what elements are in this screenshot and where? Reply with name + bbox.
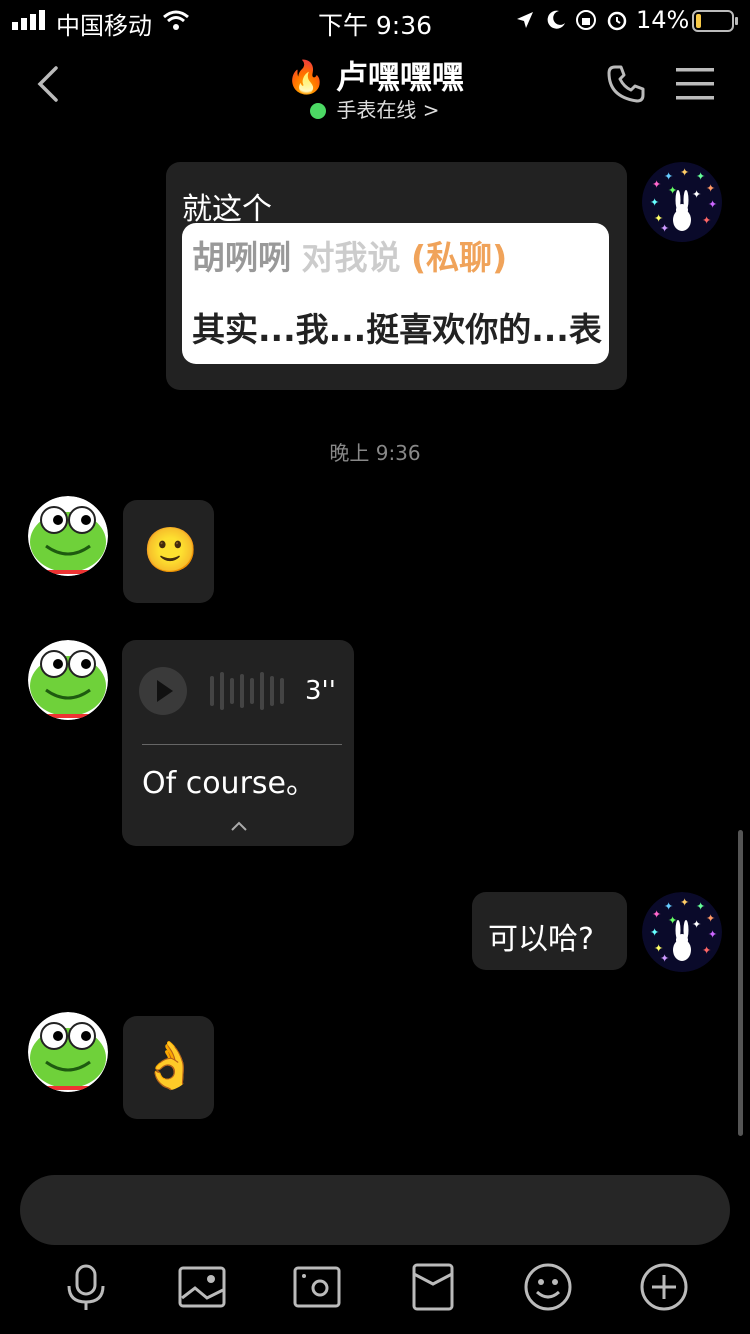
message-bubble-incoming[interactable]: 🙂 bbox=[123, 500, 214, 603]
emoji-icon[interactable] bbox=[523, 1262, 573, 1312]
message-input[interactable] bbox=[20, 1175, 730, 1245]
message-text: 可以哈? bbox=[488, 922, 594, 957]
scrollbar[interactable] bbox=[738, 830, 743, 1136]
voice-message-bubble[interactable]: 3'' Of course。 bbox=[122, 640, 354, 846]
waveform-icon bbox=[210, 672, 284, 710]
message-text: 就这个 bbox=[182, 192, 272, 227]
avatar[interactable]: ✦ ✦ ✦ ✦ ✦ ✦ ✦ ✦ ✦ ✦ ✦ ✦ bbox=[642, 162, 722, 242]
svg-text:✦: ✦ bbox=[660, 952, 669, 965]
svg-text:✦: ✦ bbox=[660, 222, 669, 235]
camera-icon[interactable] bbox=[292, 1262, 342, 1312]
quoted-tag: (私聊) bbox=[411, 238, 508, 277]
quoted-sender: 胡咧咧 bbox=[192, 238, 291, 277]
svg-text:✦: ✦ bbox=[650, 196, 659, 209]
phone-icon[interactable] bbox=[606, 64, 646, 104]
svg-text:✦: ✦ bbox=[708, 928, 717, 941]
chevron-up-icon[interactable] bbox=[230, 820, 248, 832]
svg-text:✦: ✦ bbox=[692, 188, 701, 201]
divider bbox=[142, 744, 342, 745]
location-arrow-icon bbox=[517, 12, 533, 28]
svg-text:✦: ✦ bbox=[692, 918, 701, 931]
svg-text:✦: ✦ bbox=[696, 170, 705, 183]
svg-text:✦: ✦ bbox=[702, 944, 711, 957]
message-timestamp: 晚上 9:36 bbox=[329, 441, 421, 465]
frog-avatar-icon bbox=[28, 1012, 108, 1092]
microphone-icon[interactable] bbox=[61, 1262, 111, 1312]
smile-emoji-icon: 🙂 bbox=[143, 525, 198, 576]
svg-text:✦: ✦ bbox=[706, 182, 715, 195]
status-bar: 中国移动 下午 9:36 14% bbox=[0, 0, 750, 40]
moon-icon bbox=[547, 10, 565, 29]
svg-text:✦: ✦ bbox=[696, 900, 705, 913]
svg-text:✦: ✦ bbox=[664, 170, 673, 183]
svg-text:✦: ✦ bbox=[680, 896, 689, 909]
frog-avatar-icon bbox=[28, 496, 108, 576]
message-bubble-outgoing[interactable]: 可以哈? bbox=[472, 892, 627, 970]
ok-hand-emoji-icon: 👌 bbox=[141, 1038, 199, 1092]
svg-text:✦: ✦ bbox=[652, 178, 661, 191]
avatar[interactable]: ✦ ✦ ✦ ✦ ✦ ✦ ✦ ✦ ✦ ✦ ✦ ✦ bbox=[642, 892, 722, 972]
svg-text:✦: ✦ bbox=[706, 912, 715, 925]
svg-text:✦: ✦ bbox=[652, 908, 661, 921]
svg-text:✦: ✦ bbox=[708, 198, 717, 211]
message-bubble-outgoing[interactable]: 就这个 胡咧咧 对我说 (私聊) 其实...我...挺喜欢你的...表 bbox=[166, 162, 627, 390]
svg-text:✦: ✦ bbox=[680, 166, 689, 179]
menu-icon[interactable] bbox=[676, 68, 714, 100]
svg-text:✦: ✦ bbox=[702, 214, 711, 227]
online-dot-icon bbox=[310, 103, 327, 119]
svg-text:✦: ✦ bbox=[650, 926, 659, 939]
quoted-screenshot-card[interactable]: 胡咧咧 对我说 (私聊) 其实...我...挺喜欢你的...表 bbox=[182, 223, 609, 364]
frog-avatar-icon bbox=[28, 640, 108, 720]
avatar[interactable] bbox=[28, 496, 108, 576]
flame-icon: 🔥 bbox=[286, 58, 326, 96]
image-icon[interactable] bbox=[177, 1262, 227, 1312]
rabbit-avatar-icon: ✦✦ ✦ ✦ ✦✦ ✦✦ ✦✦ ✦✦ bbox=[642, 162, 722, 242]
online-status-text: 手表在线 > bbox=[336, 98, 440, 122]
avatar[interactable] bbox=[28, 1012, 108, 1092]
voice-transcript: Of course。 bbox=[142, 766, 316, 801]
avatar[interactable] bbox=[28, 640, 108, 720]
quoted-card-body: 其实...我...挺喜欢你的...表 bbox=[192, 310, 602, 349]
svg-text:✦: ✦ bbox=[664, 900, 673, 913]
rotation-lock-icon bbox=[576, 10, 596, 30]
rabbit-avatar-icon: ✦✦ ✦ ✦ ✦✦ ✦✦ ✦✦ ✦✦ bbox=[642, 892, 722, 972]
battery-percent: 14% bbox=[636, 6, 690, 34]
alarm-icon bbox=[607, 11, 627, 31]
message-bubble-incoming[interactable]: 👌 bbox=[123, 1016, 214, 1119]
quoted-action: 对我说 bbox=[301, 238, 401, 277]
plus-icon[interactable] bbox=[639, 1262, 689, 1312]
red-packet-icon[interactable] bbox=[408, 1262, 458, 1312]
voice-duration: 3'' bbox=[305, 676, 336, 706]
quoted-card-header: 胡咧咧 对我说 (私聊) bbox=[192, 231, 507, 279]
battery-icon bbox=[692, 10, 738, 32]
chat-title-text: 卢嘿嘿嘿 bbox=[335, 58, 464, 96]
play-icon[interactable] bbox=[138, 666, 188, 716]
